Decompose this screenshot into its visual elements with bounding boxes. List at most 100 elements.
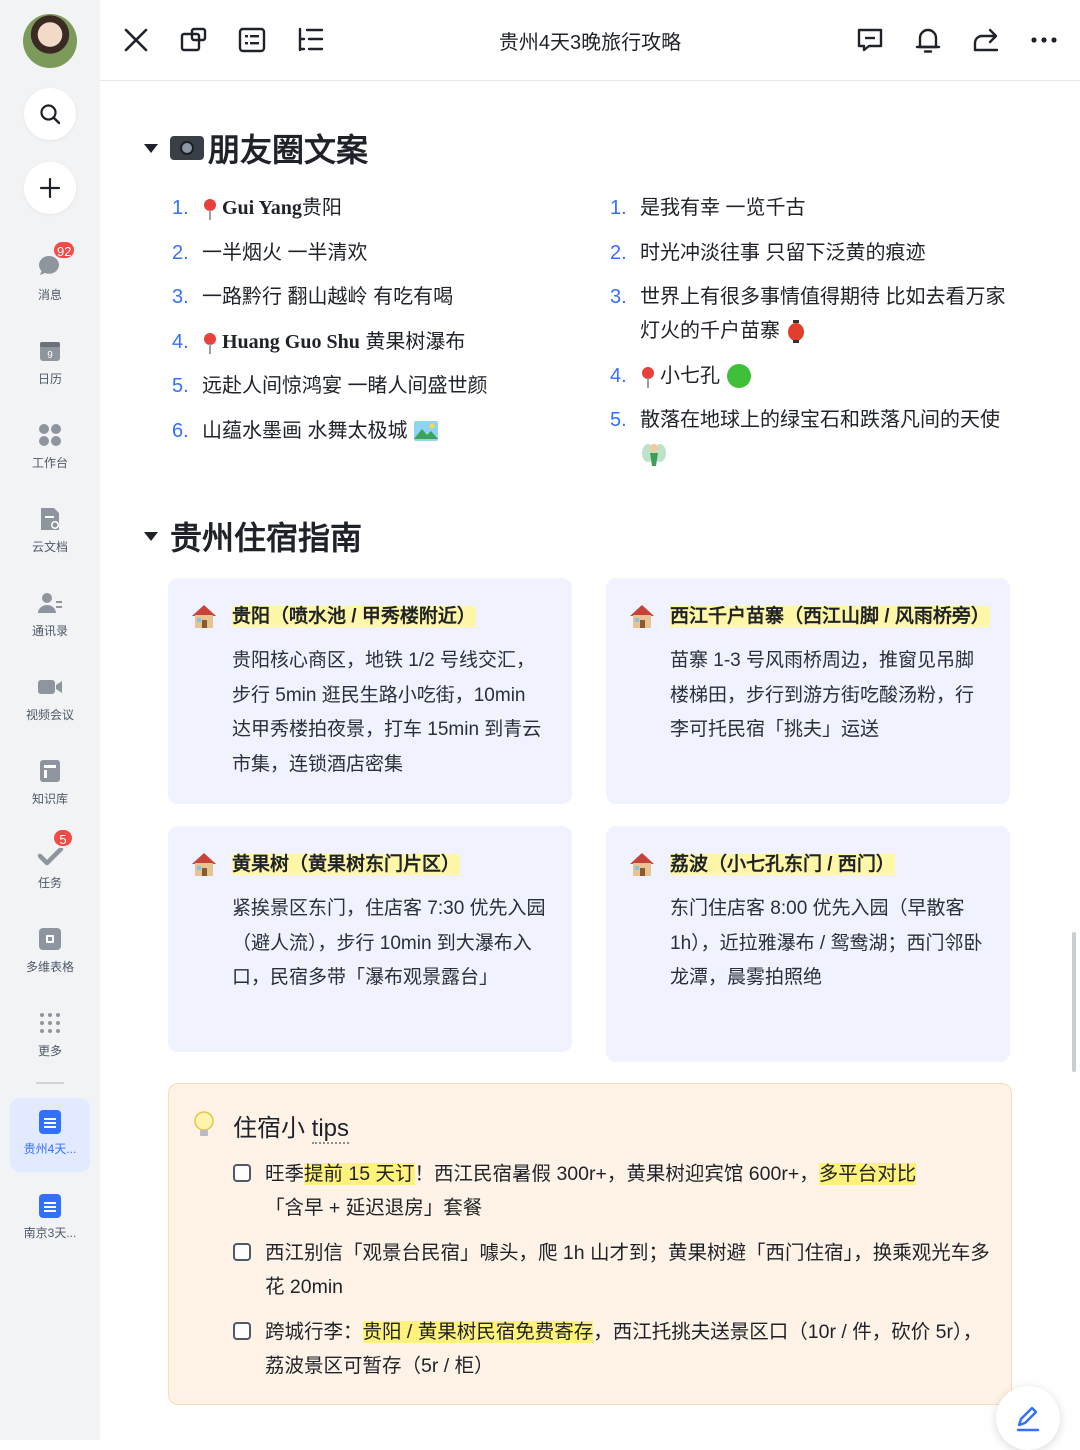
search-icon <box>40 104 61 125</box>
sidebar-item-tasks[interactable]: 5 任务 <box>0 828 100 904</box>
sidebar-item-more[interactable]: 更多 <box>0 1000 100 1072</box>
list-item: 1. Gui Yang贵阳 <box>172 197 342 220</box>
fairy-emoji-icon <box>642 443 666 466</box>
heading-text: 贵州住宿指南 <box>170 520 363 556</box>
new-window-button[interactable] <box>176 22 212 58</box>
list-item: 3. 一路黔行 翻山越岭 有吃有喝 <box>172 286 454 308</box>
document-title: 贵州4天3晚旅行攻略 <box>498 32 682 54</box>
card-body: 贵阳核心商区，地铁 1/2 号线交汇，步行 5min 逛民生路小吃街，10min… <box>232 650 542 775</box>
list-item: 2. 一半烟火 一半清欢 <box>172 241 368 264</box>
table-of-contents-button[interactable] <box>292 22 328 58</box>
list-item: 6. 山蕴水墨画 水舞太极城 <box>162 414 562 448</box>
sidebar-item-label: 知识库 <box>31 792 68 806</box>
card-body: 东门住店客 8:00 优先入园（早散客 1h），近拉雅瀑布 / 鸳鸯湖；西门邻卧… <box>670 898 983 988</box>
collapse-toggle-icon[interactable] <box>144 531 158 541</box>
green-circle-emoji-icon <box>726 364 751 389</box>
sidebar-item-label: 云文档 <box>31 540 68 554</box>
sidebar-divider <box>36 1082 64 1084</box>
card-body: 紧挨景区东门，住店客 7:30 优先入园（避人流），步行 10min 到大瀑布入… <box>232 898 546 988</box>
accommodation-card: 西江千户苗寨（西江山脚 / 风雨桥旁） 苗寨 1-3 号风雨桥周边，推窗见吊脚楼… <box>606 578 1010 804</box>
close-button[interactable] <box>118 22 154 58</box>
list-view-icon <box>238 27 266 53</box>
open-doc-label: 贵州4天... <box>23 1142 77 1156</box>
heading-accommodation-guide[interactable]: 贵州住宿指南 <box>144 513 362 559</box>
open-doc-tab-nanjing[interactable]: 南京3天... <box>10 1182 90 1256</box>
camera-emoji-icon <box>170 136 204 160</box>
list-item: 5. 远赴人间惊鸿宴 一睹人间盛世颜 <box>172 375 488 397</box>
sidebar-item-calendar[interactable]: 9 日历 <box>0 328 100 400</box>
notifications-button[interactable] <box>910 22 946 58</box>
sidebar-item-knowledge-base[interactable]: 知识库 <box>0 748 100 820</box>
cloud-doc-icon <box>41 508 59 530</box>
tasks-badge: 5 <box>52 828 74 848</box>
house-emoji-icon <box>630 853 654 876</box>
collapse-toggle-icon[interactable] <box>144 143 158 153</box>
vertical-scrollbar[interactable] <box>1072 932 1076 1072</box>
sidebar-item-label: 通讯录 <box>31 624 68 638</box>
toc-tree-icon <box>298 27 324 52</box>
contacts-icon <box>38 593 62 613</box>
more-horizontal-icon <box>1031 37 1057 43</box>
messages-badge: 92 <box>52 240 77 260</box>
list-item: 4. 小七孔 <box>600 359 1020 393</box>
share-button[interactable] <box>968 22 1004 58</box>
tips-callout: 住宿小 tips 旺季提前 15 天订！西江民宿暑假 300r+，黄果树迎宾馆 … <box>168 1083 1012 1405</box>
sidebar-item-label: 更多 <box>37 1044 62 1058</box>
tips-title: 住宿小 tips <box>233 1115 350 1144</box>
todo-item: 跨城行李：贵阳 / 黄果树民宿免费寄存，西江托挑夫送景区口（10r / 件，砍价… <box>233 1315 993 1383</box>
sidebar-item-video-meeting[interactable]: 视频会议 <box>0 664 100 736</box>
document-icon <box>39 1194 61 1218</box>
heading-wechat-captions[interactable]: 朋友圈文案 <box>144 125 368 171</box>
house-emoji-icon <box>630 605 654 628</box>
house-emoji-icon <box>192 853 216 876</box>
sidebar-item-base[interactable]: 多维表格 <box>0 916 100 988</box>
accommodation-card: 荔波（小七孔东门 / 西门） 东门住店客 8:00 优先入园（早散客 1h），近… <box>606 826 1010 1062</box>
list-item: 4. Huang Guo Shu 黄果树瀑布 <box>172 330 466 354</box>
document-body: 朋友圈文案 1. Gui Yang贵阳 2. 一半烟火 一半清欢 3. 一路黔行… <box>100 81 1080 1440</box>
list-item: 3. 世界上有很多事情值得期待 比如去看万家灯火的千户苗寨 <box>610 286 1006 343</box>
accommodation-card: 贵阳（喷水池 / 甲秀楼附近） 贵阳核心商区，地铁 1/2 号线交汇，步行 5m… <box>168 578 572 804</box>
card-title: 贵阳（喷水池 / 甲秀楼附近） <box>190 600 548 634</box>
sidebar-item-label: 任务 <box>37 876 62 890</box>
sidebar-item-workplace[interactable]: 工作台 <box>0 412 100 484</box>
sidebar-item-contacts[interactable]: 通讯录 <box>0 580 100 652</box>
sidebar-item-cloud-docs[interactable]: 云文档 <box>0 496 100 568</box>
pin-icon <box>204 332 216 354</box>
comments-button[interactable] <box>852 22 888 58</box>
card-body: 苗寨 1-3 号风雨桥周边，推窗见吊脚楼梯田，步行到游方街吃酸汤粉，行李可托民宿… <box>670 650 975 740</box>
create-button[interactable] <box>24 162 76 214</box>
heading-text: 朋友圈文案 <box>208 132 369 168</box>
sidebar-item-label: 消息 <box>37 288 62 302</box>
todo-checkbox[interactable] <box>233 1322 251 1340</box>
lantern-emoji-icon <box>787 319 804 343</box>
calendar-icon: 9 <box>40 342 60 361</box>
search-button[interactable] <box>24 88 76 140</box>
sidebar-item-label: 视频会议 <box>25 708 74 722</box>
todo-checkbox[interactable] <box>233 1243 251 1261</box>
sidebar-item-label: 日历 <box>37 372 62 386</box>
card-title: 黄果树（黄果树东门片区） <box>190 848 548 882</box>
plus-icon <box>39 177 61 199</box>
more-options-button[interactable] <box>1026 22 1062 58</box>
pin-icon <box>204 199 216 220</box>
open-in-window-icon <box>180 27 207 52</box>
pin-icon <box>642 366 654 388</box>
card-title: 西江千户苗寨（西江山脚 / 风雨桥旁） <box>628 600 990 634</box>
document-toolbar: 贵州4天3晚旅行攻略 <box>100 0 1080 81</box>
list-item: 1. 是我有幸 一览千古 <box>610 197 806 219</box>
outline-button[interactable] <box>234 22 270 58</box>
list-item: 2. 时光冲淡往事 只留下泛黄的痕迹 <box>610 241 926 264</box>
user-avatar[interactable] <box>23 14 77 68</box>
captions-list-left: 1. Gui Yang贵阳 2. 一半烟火 一半清欢 3. 一路黔行 翻山越岭 … <box>162 191 562 458</box>
sidebar-item-messages[interactable]: 92 消息 <box>0 240 100 316</box>
knowledge-base-icon <box>40 760 60 782</box>
card-title: 荔波（小七孔东门 / 西门） <box>628 848 986 882</box>
share-arrow-icon <box>973 28 999 52</box>
todo-item: 西江别信「观景台民宿」噱头，爬 1h 山才到；黄果树避「西门住宿」，换乘观光车多… <box>233 1236 993 1304</box>
sidebar-item-label: 工作台 <box>31 456 68 470</box>
captions-list-right: 1. 是我有幸 一览千古 2. 时光冲淡往事 只留下泛黄的痕迹 3. 世界上有很… <box>600 191 1020 482</box>
edit-button[interactable] <box>996 1386 1060 1450</box>
video-camera-icon <box>38 680 62 694</box>
open-doc-tab-guizhou[interactable]: 贵州4天... <box>10 1098 90 1172</box>
todo-checkbox[interactable] <box>233 1164 251 1182</box>
